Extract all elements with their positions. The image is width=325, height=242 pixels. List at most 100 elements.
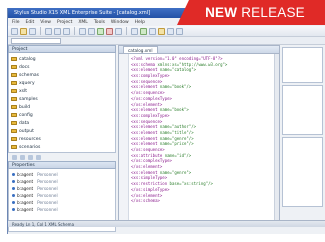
debug-icon[interactable] — [131, 27, 138, 35]
tree-item[interactable]: xquery — [11, 79, 113, 87]
save-icon[interactable] — [29, 27, 36, 35]
code-tag: <xs:schema — [131, 61, 156, 67]
menu-help[interactable]: Help — [135, 20, 145, 25]
property-name: b:agent — [17, 200, 34, 205]
copy-icon[interactable] — [54, 27, 61, 35]
project-tree: catalog docs schemas xquery xslt samples… — [8, 53, 116, 153]
step-icon[interactable] — [140, 27, 147, 35]
filter-icon[interactable] — [20, 154, 25, 160]
run-icon[interactable] — [97, 27, 104, 35]
menu-project[interactable]: Project — [57, 20, 72, 25]
list-item[interactable]: b:agent Personnel — [12, 178, 112, 185]
list-item[interactable]: b:agent Personnel — [12, 206, 112, 213]
tree-item[interactable]: config — [11, 111, 113, 119]
folder-icon — [11, 97, 17, 101]
code-area[interactable]: <?xml version="1.0" encoding="UTF-8"?> <x… — [131, 56, 273, 222]
tree-item-label: schemas — [19, 72, 39, 78]
sort-icon[interactable] — [12, 154, 17, 160]
tree-item-label: build — [19, 104, 31, 110]
stop-icon[interactable] — [106, 27, 113, 35]
code-attr: name="price"/> — [157, 141, 194, 147]
open-folder-icon[interactable] — [20, 27, 27, 35]
refresh-icon[interactable] — [28, 154, 33, 160]
tree-item[interactable]: build — [11, 103, 113, 111]
toolbar-separator — [40, 27, 41, 35]
tree-item-label: docs — [19, 64, 30, 70]
property-name: b:agent — [17, 179, 34, 184]
menu-view[interactable]: View — [40, 20, 51, 25]
tree-item-label: config — [19, 112, 33, 118]
list-item[interactable]: b:agent Personnel — [12, 199, 112, 206]
expand-icon[interactable] — [36, 154, 41, 160]
workspace: Project catalog docs schemas xquery xslt… — [8, 45, 325, 232]
code-tag: <xs:simpleType> — [131, 175, 168, 181]
validate-icon[interactable] — [115, 27, 122, 35]
grid-view-pane — [282, 85, 323, 135]
tree-item-label: xslt — [19, 88, 28, 94]
tree-item[interactable]: docs — [11, 63, 113, 71]
tree-item-label: data — [19, 120, 30, 126]
code-tag: <xs:element — [131, 169, 158, 175]
left-panel: Project catalog docs schemas xquery xslt… — [8, 45, 116, 232]
tree-item[interactable]: samples — [11, 95, 113, 103]
property-name: b:agent — [17, 207, 34, 212]
folder-icon — [11, 57, 17, 61]
code-attr: name="book"/> — [157, 84, 192, 90]
menu-tools[interactable]: Tools — [94, 20, 105, 25]
output-pane — [282, 137, 323, 207]
undo-icon[interactable] — [79, 27, 86, 35]
code-attr: name="id"/> — [162, 152, 192, 158]
list-item[interactable]: b:agent Personnel — [12, 185, 112, 192]
indent-icon[interactable] — [149, 27, 156, 35]
menu-xml[interactable]: XML — [78, 20, 87, 25]
tree-item[interactable]: schemas — [11, 71, 113, 79]
cut-icon[interactable] — [45, 27, 52, 35]
code-attr: name="genre"> — [157, 169, 192, 175]
property-value: Personnel — [37, 207, 58, 212]
tree-item[interactable]: data — [11, 119, 113, 127]
menu-window[interactable]: Window — [111, 20, 129, 25]
tree-item[interactable]: resources — [11, 135, 113, 143]
tree-item[interactable]: scenarios — [11, 143, 113, 151]
code-tag: </xs:sequence> — [131, 147, 165, 152]
menu-edit[interactable]: Edit — [26, 20, 35, 25]
tree-item-label: catalog — [19, 56, 36, 62]
format-icon[interactable] — [167, 27, 174, 35]
find-icon[interactable] — [176, 27, 183, 35]
code-tag: </xs:schema> — [131, 198, 160, 204]
list-item[interactable]: b:agent Personnel — [12, 192, 112, 199]
new-file-icon[interactable] — [11, 27, 18, 35]
code-tag: <xs:element — [131, 107, 158, 113]
paste-icon[interactable] — [63, 27, 70, 35]
tree-item-label: samples — [19, 96, 38, 102]
folder-icon — [11, 81, 17, 85]
property-value: Personnel — [37, 186, 58, 191]
line-number-gutter — [119, 54, 129, 226]
code-tag: </xs:element> — [131, 101, 163, 107]
tree-item[interactable]: output — [11, 127, 113, 135]
property-value: Personnel — [37, 172, 58, 177]
bookmark-icon[interactable] — [158, 27, 165, 35]
property-value: Personnel — [37, 193, 58, 198]
xml-editor[interactable]: catalog.xml <?xml version="1.0" encoding… — [118, 45, 280, 227]
tree-item[interactable]: xslt — [11, 87, 113, 95]
tree-item[interactable]: catalog — [11, 55, 113, 63]
code-tag: </xs:simpleType> — [131, 186, 170, 192]
menu-file[interactable]: File — [12, 20, 20, 25]
tree-item-label: resources — [19, 136, 41, 142]
code-tag: <xs:element — [131, 67, 158, 73]
properties-panel-title: Properties — [12, 162, 35, 168]
code-tag: <xs:element — [131, 135, 158, 141]
project-panel-title: Project — [12, 46, 28, 52]
tab-catalog-xml[interactable]: catalog.xml — [123, 46, 158, 53]
list-item[interactable]: b:agent Personnel — [12, 171, 112, 178]
code-attr: name="genre"/> — [157, 135, 194, 141]
code-attr: xmlns:xs="http://www.w3.org"> — [155, 61, 228, 67]
redo-icon[interactable] — [88, 27, 95, 35]
right-panel — [282, 45, 325, 227]
tree-item-label: scenarios — [19, 144, 41, 150]
vertical-scrollbar[interactable] — [274, 54, 279, 226]
secondary-toolbar — [8, 37, 325, 45]
code-attr: name="book"> — [157, 107, 189, 113]
scenario-combo[interactable] — [11, 37, 61, 44]
